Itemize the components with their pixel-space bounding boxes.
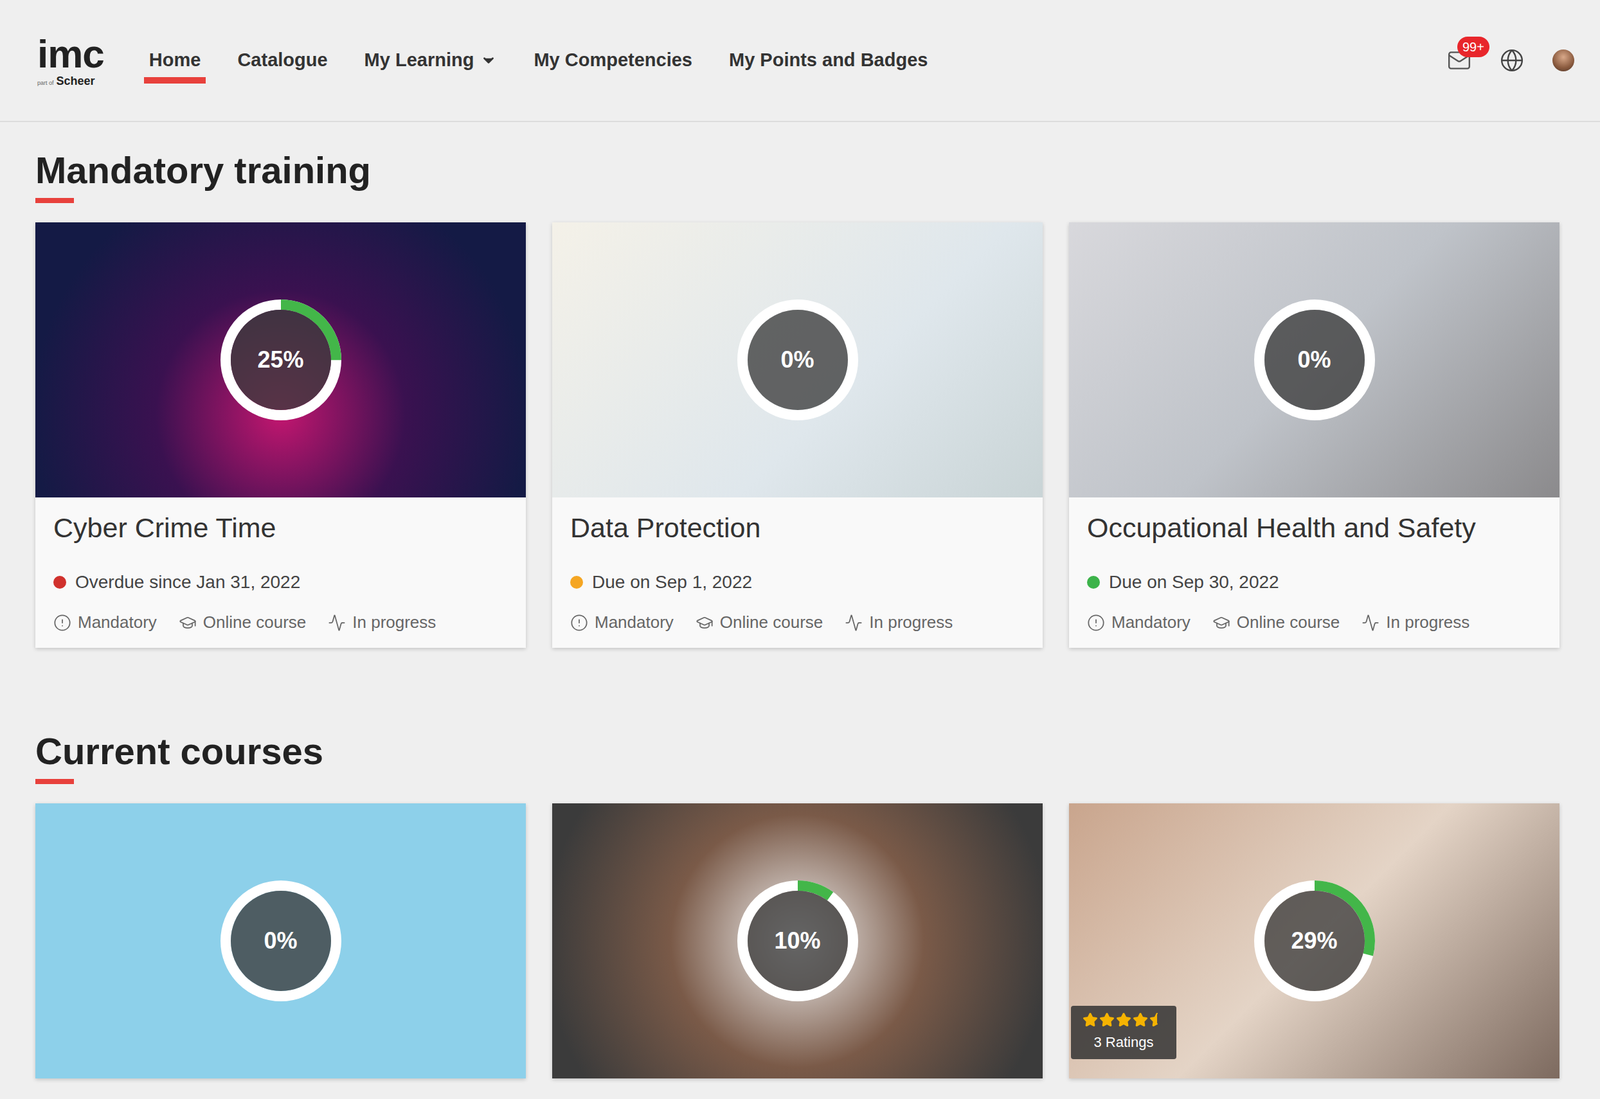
status-dot: [570, 575, 584, 589]
course-image: 10%: [552, 803, 1043, 1079]
course-tag: In progress: [327, 610, 436, 636]
progress-ring: 0%: [220, 880, 342, 1002]
heading-underline: [35, 779, 74, 785]
course-title[interactable]: Occupational Health and Safety: [1087, 511, 1542, 546]
main-nav: Home Catalogue My Learning My Competencies M…: [149, 46, 929, 75]
course-card[interactable]: 25% Cyber Crime Time Overdue since Jan 31,…: [35, 222, 526, 649]
globe-icon[interactable]: [1499, 48, 1525, 73]
graduation-cap-icon: [1212, 613, 1231, 632]
course-image: 0%: [35, 803, 526, 1079]
mandatory-icon: [570, 613, 589, 632]
course-card[interactable]: 10%: [552, 803, 1043, 1079]
course-card[interactable]: 0% Occupational Health and Safety Due on S…: [1069, 222, 1560, 649]
progress-ring: 10%: [737, 880, 859, 1002]
caret-down-icon: [480, 52, 497, 69]
mandatory-icon: [1087, 613, 1106, 632]
nav-item[interactable]: My Learning: [364, 46, 498, 75]
course-tag: Mandatory: [570, 610, 674, 636]
course-section: Mandatory training 25% Cyber Crime Time Ove…: [35, 122, 1565, 729]
nav-item[interactable]: My Points and Badges: [728, 46, 928, 75]
avatar[interactable]: [1552, 49, 1575, 72]
course-tag: Mandatory: [1087, 610, 1191, 636]
status-dot: [53, 575, 67, 589]
due-status: Overdue since Jan 31, 2022: [53, 568, 508, 596]
course-title[interactable]: Data Protection: [570, 511, 1025, 546]
section-heading: Mandatory training: [35, 147, 371, 193]
star-filled-icon: [1099, 1012, 1115, 1028]
top-bar: imcpart ofScheer Home Catalogue My Learning…: [0, 0, 1600, 123]
course-card[interactable]: 0%: [35, 803, 526, 1079]
page: imcpart ofScheer Home Catalogue My Learning…: [0, 0, 1600, 1099]
active-underline: [143, 77, 207, 84]
message-badge: 99+: [1457, 36, 1490, 58]
course-tag: Online course: [1212, 610, 1340, 636]
star-half-icon: [1149, 1012, 1165, 1028]
mandatory-icon: [53, 613, 72, 632]
due-status: Due on Sep 30, 2022: [1087, 568, 1542, 596]
logo[interactable]: imcpart ofScheer: [37, 34, 105, 87]
course-tag: Online course: [178, 610, 306, 636]
course-title[interactable]: Cyber Crime Time: [53, 511, 508, 546]
course-tag: Online course: [695, 610, 823, 636]
messages-button[interactable]: 99+: [1447, 48, 1472, 73]
course-tag: In progress: [844, 610, 953, 636]
star-filled-icon: [1082, 1012, 1098, 1028]
progress-ring: 25%: [220, 299, 342, 421]
activity-icon: [1361, 613, 1380, 632]
progress-ring: 0%: [737, 299, 859, 421]
due-status: Due on Sep 1, 2022: [570, 568, 1025, 596]
graduation-cap-icon: [695, 613, 714, 632]
heading-underline: [35, 197, 74, 204]
star-filled-icon: [1132, 1012, 1149, 1028]
nav-item[interactable]: My Competencies: [533, 46, 693, 75]
course-card[interactable]: 29% 3 Ratings: [1069, 803, 1560, 1079]
star-filled-icon: [1115, 1012, 1132, 1028]
section-heading: Current courses: [35, 728, 324, 774]
graduation-cap-icon: [178, 613, 197, 632]
course-section: Current courses 0% 10% 29% 3 Ratings: [35, 728, 1565, 1079]
course-image: 25%: [35, 222, 526, 498]
course-image: 29% 3 Ratings: [1069, 803, 1560, 1079]
nav-item[interactable]: Catalogue: [237, 46, 328, 75]
course-image: 0%: [1069, 222, 1560, 498]
progress-ring: 29%: [1254, 880, 1376, 1002]
rating-badge: 3 Ratings: [1070, 1006, 1177, 1060]
course-tag: In progress: [1361, 610, 1470, 636]
progress-ring: 0%: [1254, 299, 1376, 421]
status-dot: [1087, 575, 1100, 589]
nav-item[interactable]: Home: [149, 46, 202, 75]
course-card[interactable]: 0% Data Protection Due on Sep 1, 2022 Manda…: [552, 222, 1043, 649]
activity-icon: [327, 613, 346, 632]
activity-icon: [844, 613, 863, 632]
course-image: 0%: [552, 222, 1043, 498]
course-tag: Mandatory: [53, 610, 157, 636]
